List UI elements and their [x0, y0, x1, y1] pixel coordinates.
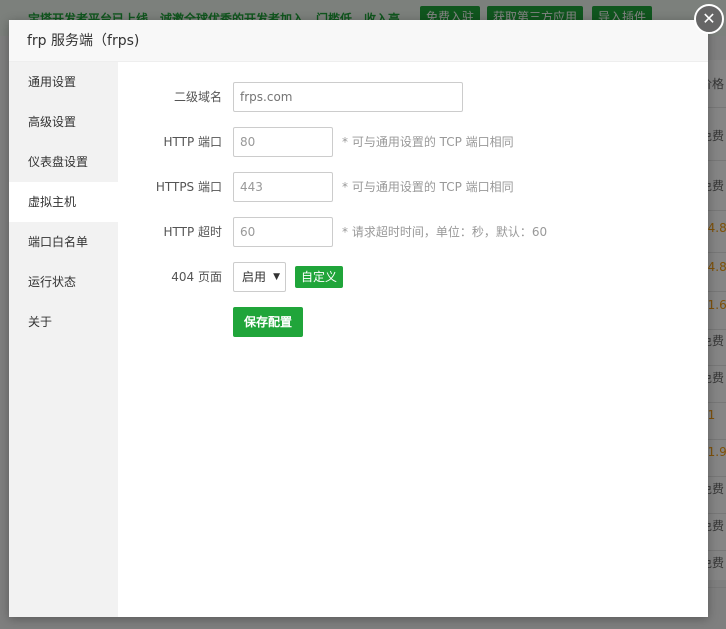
- sidebar-item-advanced[interactable]: 高级设置: [9, 102, 118, 142]
- https-port-row: HTTPS 端口 * 可与通用设置的 TCP 端口相同: [118, 172, 708, 217]
- subdomain-label: 二级域名: [173, 90, 222, 104]
- http-timeout-input[interactable]: [233, 217, 333, 247]
- sidebar-item-dashboard[interactable]: 仪表盘设置: [9, 142, 118, 182]
- caret-down-icon: ▼: [273, 272, 280, 282]
- sidebar-item-vhost[interactable]: 虚拟主机: [9, 182, 118, 222]
- save-row: 保存配置: [118, 307, 708, 352]
- http-port-input[interactable]: [233, 127, 333, 157]
- sidebar-item-status[interactable]: 运行状态: [9, 262, 118, 302]
- page-404-row: 404 页面 启用 ▼ 自定义: [118, 262, 708, 307]
- sidebar-item-general[interactable]: 通用设置: [9, 62, 118, 102]
- modal-title: frp 服务端（frps): [27, 33, 140, 49]
- subdomain-row: 二级域名: [118, 82, 708, 127]
- page-404-selected: 启用: [242, 270, 267, 284]
- sidebar-item-port-whitelist[interactable]: 端口白名单: [9, 222, 118, 262]
- settings-sidebar: 通用设置 高级设置 仪表盘设置 虚拟主机 端口白名单 运行状态 关于: [9, 62, 118, 617]
- page-404-label: 404 页面: [171, 270, 222, 284]
- save-config-button[interactable]: 保存配置: [233, 307, 303, 337]
- sidebar-item-about[interactable]: 关于: [9, 302, 118, 342]
- https-port-label: HTTPS 端口: [155, 180, 222, 194]
- http-timeout-hint: * 请求超时时间，单位：秒，默认：60: [342, 225, 548, 239]
- http-port-hint: * 可与通用设置的 TCP 端口相同: [342, 135, 514, 149]
- http-port-row: HTTP 端口 * 可与通用设置的 TCP 端口相同: [118, 127, 708, 172]
- http-timeout-label: HTTP 超时: [163, 225, 222, 239]
- https-port-hint: * 可与通用设置的 TCP 端口相同: [342, 180, 514, 194]
- subdomain-input[interactable]: [233, 82, 463, 112]
- https-port-input[interactable]: [233, 172, 333, 202]
- http-port-label: HTTP 端口: [163, 135, 222, 149]
- vhost-settings-form: 二级域名 HTTP 端口 * 可与通用设置的 TCP 端口相同 HTTPS 端口…: [118, 62, 708, 617]
- close-icon[interactable]: ✕: [694, 4, 724, 34]
- modal-header: frp 服务端（frps): [9, 20, 708, 62]
- http-timeout-row: HTTP 超时 * 请求超时时间，单位：秒，默认：60: [118, 217, 708, 262]
- page-404-select[interactable]: 启用 ▼: [233, 262, 286, 292]
- custom-404-button[interactable]: 自定义: [295, 266, 343, 288]
- modal-body: 通用设置 高级设置 仪表盘设置 虚拟主机 端口白名单 运行状态 关于 二级域名 …: [9, 62, 708, 617]
- frps-settings-modal: frp 服务端（frps) ✕ 通用设置 高级设置 仪表盘设置 虚拟主机 端口白…: [9, 4, 724, 617]
